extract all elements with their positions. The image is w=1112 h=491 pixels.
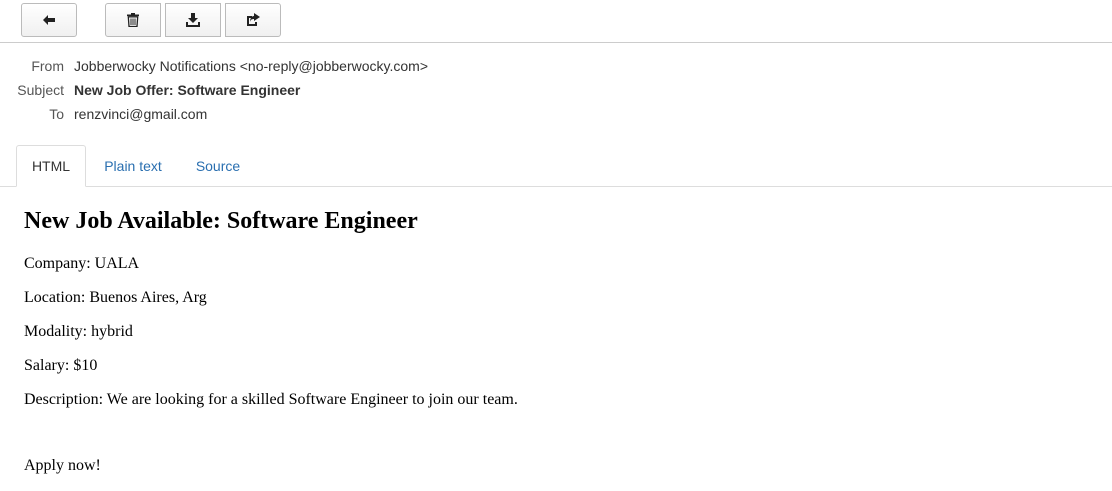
delete-button[interactable] <box>105 3 161 37</box>
description-line: Description: We are looking for a skille… <box>24 391 518 408</box>
location-line: Location: Buenos Aires, Arg <box>24 289 207 306</box>
from-value: Jobberwocky Notifications <no-reply@jobb… <box>74 58 428 74</box>
tab-html[interactable]: HTML <box>16 145 86 187</box>
to-row: To renzvinci@gmail.com <box>0 102 1112 126</box>
arrow-left-icon <box>42 14 56 26</box>
subject-value: New Job Offer: Software Engineer <box>74 82 301 98</box>
from-label: From <box>31 58 64 74</box>
share-button[interactable] <box>225 3 281 37</box>
message-headers: From Jobberwocky Notifications <no-reply… <box>0 54 1112 126</box>
trash-icon <box>127 13 139 27</box>
tab-plain-text[interactable]: Plain text <box>96 145 170 187</box>
download-icon <box>186 13 200 27</box>
download-button[interactable] <box>165 3 221 37</box>
from-row: From Jobberwocky Notifications <no-reply… <box>0 54 1112 78</box>
subject-label: Subject <box>17 82 64 98</box>
subject-row: Subject New Job Offer: Software Engineer <box>0 78 1112 102</box>
message-heading: New Job Available: Software Engineer <box>24 208 418 234</box>
message-toolbar <box>0 0 1112 43</box>
view-tabs: HTML Plain text Source <box>0 145 1112 187</box>
modality-line: Modality: hybrid <box>24 323 133 340</box>
tab-source[interactable]: Source <box>186 145 250 187</box>
company-line: Company: UALA <box>24 255 140 272</box>
message-body: New Job Available: Software Engineer Com… <box>24 204 1084 491</box>
to-value: renzvinci@gmail.com <box>74 106 208 122</box>
salary-line: Salary: $10 <box>24 357 98 374</box>
apply-text: Apply now! <box>24 457 101 474</box>
back-button[interactable] <box>21 3 77 37</box>
share-icon <box>246 13 260 27</box>
to-label: To <box>49 106 64 122</box>
